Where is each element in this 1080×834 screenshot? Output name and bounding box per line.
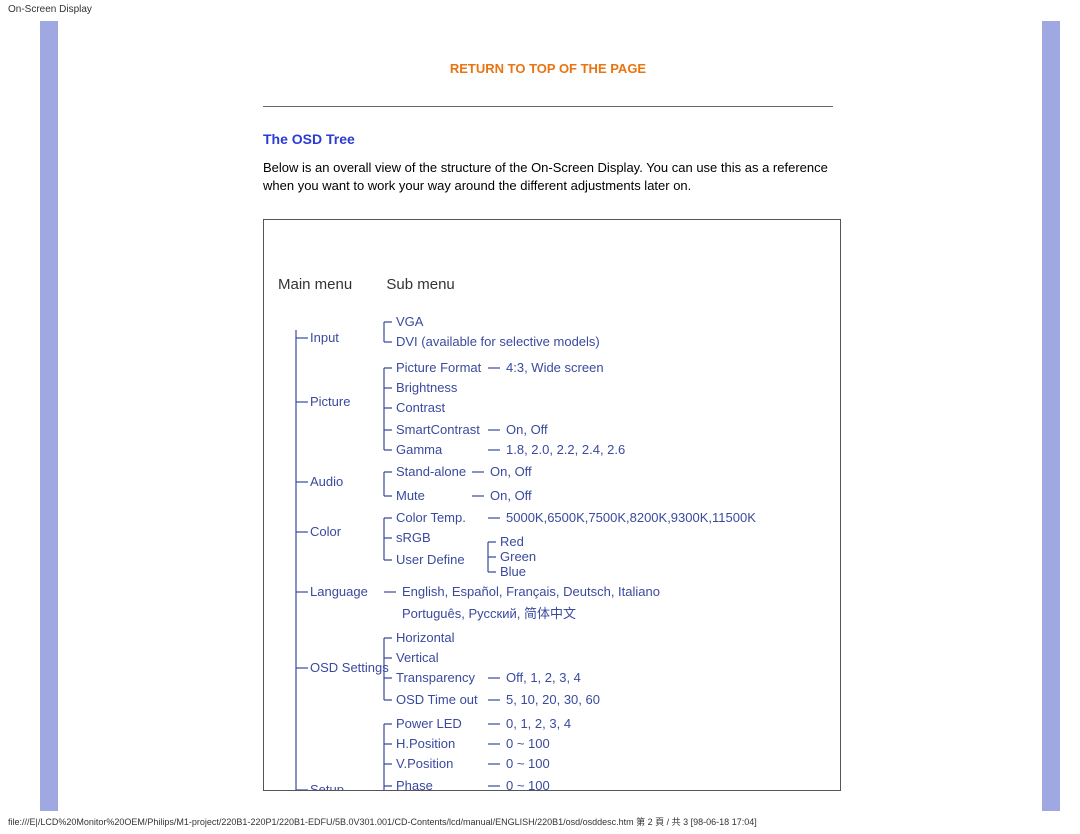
osd-label: OSD Settings [310, 660, 389, 675]
hposition-val: 0 ~ 100 [506, 736, 550, 751]
standalone: Stand-alone [396, 464, 466, 479]
gamma: Gamma [396, 442, 443, 457]
return-to-top-link[interactable]: RETURN TO TOP OF THE PAGE [263, 21, 833, 96]
osd-tree-diagram: Main menu Sub menu Input VGA DVI (availa… [263, 219, 841, 791]
gamma-val: 1.8, 2.0, 2.2, 2.4, 2.6 [506, 442, 625, 457]
menu-headers: Main menu Sub menu [278, 276, 455, 293]
sub-menu-header: Sub menu [386, 276, 454, 293]
main-frame: RETURN TO TOP OF THE PAGE The OSD Tree B… [40, 21, 1060, 811]
input-label: Input [310, 330, 339, 345]
phase-val: 0 ~ 100 [506, 778, 550, 791]
transparency: Transparency [396, 670, 475, 685]
standalone-val: On, Off [490, 464, 532, 479]
right-side-bar [1042, 21, 1060, 811]
timeout: OSD Time out [396, 692, 478, 707]
mute-val: On, Off [490, 488, 532, 503]
language-label: Language [310, 584, 368, 599]
input-dvi: DVI (available for selective models) [396, 334, 600, 349]
transparency-val: Off, 1, 2, 3, 4 [506, 670, 581, 685]
page-header: On-Screen Display [0, 0, 1080, 19]
horizontal: Horizontal [396, 630, 455, 645]
language-line2: Português, Русский, 简体中文 [402, 606, 576, 621]
smartcontrast: SmartContrast [396, 422, 480, 437]
tree-svg: Input VGA DVI (available for selective m… [276, 310, 841, 791]
input-vga: VGA [396, 314, 424, 329]
language-line1: English, Español, Français, Deutsch, Ita… [402, 584, 660, 599]
footer-path: file:///E|/LCD%20Monitor%20OEM/Philips/M… [0, 811, 1080, 832]
powerled: Power LED [396, 716, 462, 731]
main-menu-header: Main menu [278, 276, 352, 293]
picture-label: Picture [310, 394, 350, 409]
picture-format: Picture Format [396, 360, 482, 375]
color-label: Color [310, 524, 342, 539]
colortemp: Color Temp. [396, 510, 466, 525]
audio-label: Audio [310, 474, 343, 489]
setup-label: Setup [310, 782, 344, 791]
section-heading: The OSD Tree [263, 131, 1042, 147]
vertical: Vertical [396, 650, 439, 665]
colortemp-val: 5000K,6500K,7500K,8200K,9300K,11500K [506, 510, 756, 525]
picture-format-val: 4:3, Wide screen [506, 360, 604, 375]
srgb: sRGB [396, 530, 431, 545]
left-side-bar [40, 21, 58, 811]
red: Red [500, 534, 524, 549]
timeout-val: 5, 10, 20, 30, 60 [506, 692, 600, 707]
mute: Mute [396, 488, 425, 503]
powerled-val: 0, 1, 2, 3, 4 [506, 716, 571, 731]
content-area: RETURN TO TOP OF THE PAGE The OSD Tree B… [58, 21, 1042, 811]
phase: Phase [396, 778, 433, 791]
smartcontrast-val: On, Off [506, 422, 548, 437]
brightness: Brightness [396, 380, 458, 395]
hposition: H.Position [396, 736, 455, 751]
vposition: V.Position [396, 756, 453, 771]
contrast: Contrast [396, 400, 446, 415]
divider [263, 106, 833, 107]
blue: Blue [500, 564, 526, 579]
section-paragraph: Below is an overall view of the structur… [263, 159, 843, 195]
vposition-val: 0 ~ 100 [506, 756, 550, 771]
green: Green [500, 549, 536, 564]
userdefine: User Define [396, 552, 465, 567]
